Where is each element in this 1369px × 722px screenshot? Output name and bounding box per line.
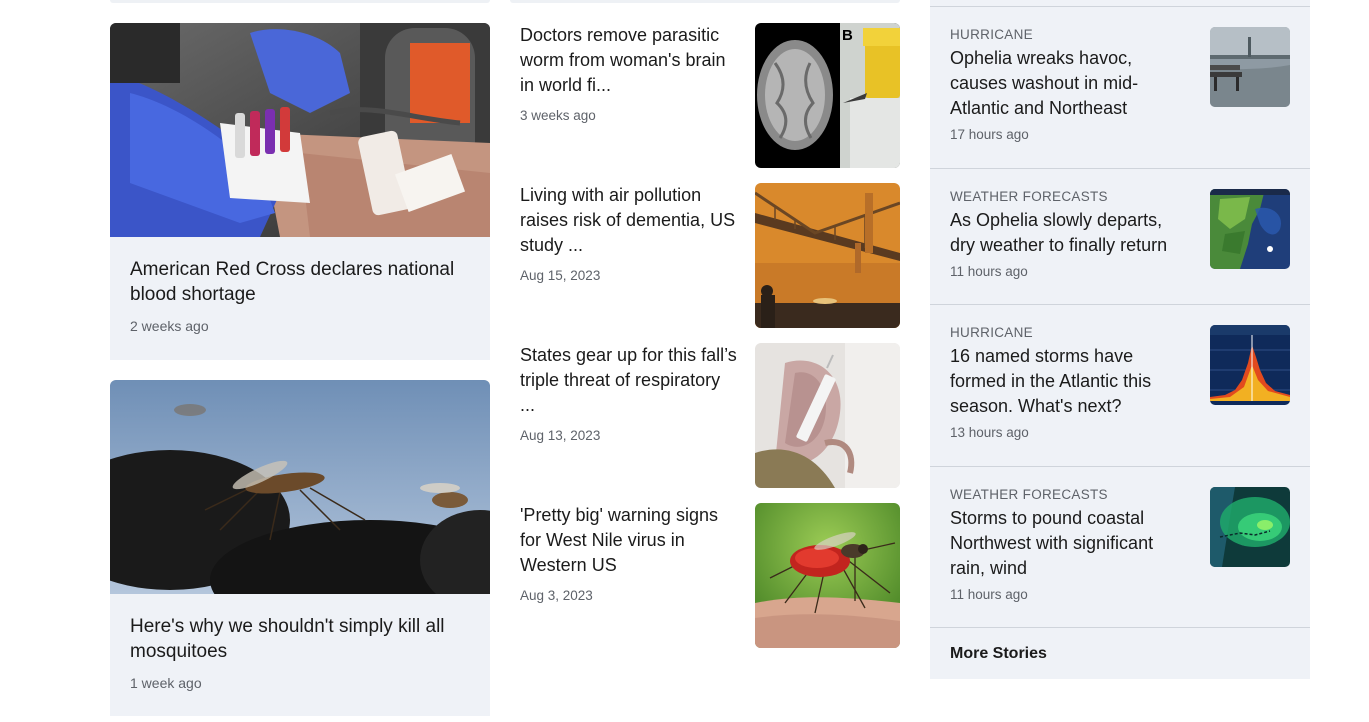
story-category[interactable]: WEATHER FORECASTS [950,189,1190,204]
previous-item-edge [510,0,900,3]
brain-scan-image: B [755,23,900,168]
story-title[interactable]: As Ophelia slowly departs, dry weather t… [950,208,1190,258]
article-title[interactable]: Living with air pollution raises risk of… [520,183,740,258]
article-item-air-pollution[interactable]: Living with air pollution raises risk of… [520,183,900,328]
article-timestamp: Aug 3, 2023 [520,588,593,603]
story-title[interactable]: Ophelia wreaks havoc, causes washout in … [950,46,1190,121]
flooded-bench-image [1210,27,1290,107]
story-timestamp: 13 hours ago [950,425,1029,440]
story-item-ophelia-havoc[interactable]: HURRICANE Ophelia wreaks havoc, causes w… [930,6,1310,168]
article-timestamp: Aug 13, 2023 [520,428,601,443]
story-category[interactable]: HURRICANE [950,325,1190,340]
article-title[interactable]: American Red Cross declares national blo… [130,257,470,307]
storm-chart-image [1210,325,1290,405]
article-item-parasitic-worm[interactable]: Doctors remove parasitic worm from woman… [520,23,900,168]
article-timestamp: 2 weeks ago [130,318,209,334]
story-timestamp: 11 hours ago [950,587,1028,602]
story-timestamp: 11 hours ago [950,264,1028,279]
figure-panel-label: B [842,27,853,44]
article-item-triple-threat[interactable]: States gear up for this fall’s triple th… [520,343,900,488]
mosquitoes-image [110,380,490,594]
mosquito-skin-image [755,503,900,648]
previous-card-edge [110,0,490,3]
article-timestamp: 3 weeks ago [520,108,596,123]
article-card-mosquitoes[interactable]: Here's why we shouldn't simply kill all … [110,380,490,716]
article-title[interactable]: 'Pretty big' warning signs for West Nile… [520,503,740,578]
article-card-red-cross[interactable]: American Red Cross declares national blo… [110,23,490,360]
smoggy-bridge-image [755,183,900,328]
story-title[interactable]: Storms to pound coastal Northwest with s… [950,506,1190,581]
blood-donation-image [110,23,490,237]
story-item-northwest-storms[interactable]: WEATHER FORECASTS Storms to pound coasta… [930,466,1310,627]
article-timestamp: 1 week ago [130,675,202,691]
related-stories-panel: HURRICANE Ophelia wreaks havoc, causes w… [930,0,1310,679]
radar-map-image [1210,487,1290,567]
story-item-named-storms[interactable]: HURRICANE 16 named storms have formed in… [930,304,1310,466]
article-timestamp: Aug 15, 2023 [520,268,601,283]
more-stories-link[interactable]: More Stories [930,627,1310,679]
article-item-west-nile[interactable]: 'Pretty big' warning signs for West Nile… [520,503,900,648]
story-category[interactable]: HURRICANE [950,27,1190,42]
vaccine-syringe-image [755,343,900,488]
story-item-ophelia-departs[interactable]: WEATHER FORECASTS As Ophelia slowly depa… [930,168,1310,304]
article-title[interactable]: States gear up for this fall’s triple th… [520,343,740,418]
news-page: American Red Cross declares national blo… [0,0,1369,722]
article-title[interactable]: Here's why we shouldn't simply kill all … [130,614,470,664]
weather-map-image [1210,189,1290,269]
story-timestamp: 17 hours ago [950,127,1029,142]
story-title[interactable]: 16 named storms have formed in the Atlan… [950,344,1190,419]
story-category[interactable]: WEATHER FORECASTS [950,487,1190,502]
article-title[interactable]: Doctors remove parasitic worm from woman… [520,23,740,98]
